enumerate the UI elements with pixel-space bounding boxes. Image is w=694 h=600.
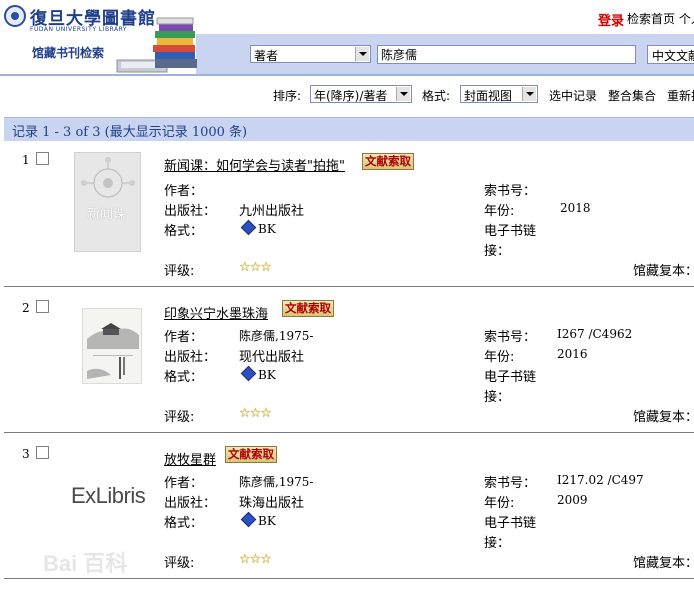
holdings-link[interactable]: 馆藏复本： [633, 260, 694, 279]
call-number-value: I217.02 /C497 [557, 473, 644, 487]
document-request-button[interactable]: 文献索取 [362, 153, 414, 170]
format-label: 格式： [164, 224, 204, 239]
chevron-down-icon[interactable] [396, 87, 410, 101]
document-request-button[interactable]: 文献索取 [225, 446, 277, 463]
ebook-link-label-cont: 接： [484, 244, 511, 259]
format-value: BK [258, 368, 276, 382]
author-value: 陈彦儒,1975- [239, 475, 314, 489]
ebook-link-label: 电子书链 [484, 516, 537, 531]
record-checkbox[interactable] [36, 152, 49, 165]
rating-label: 评级: [164, 410, 195, 425]
record-divider [4, 286, 694, 287]
re-sort-link[interactable]: 重新排序 [667, 87, 694, 104]
rating-stars-icon[interactable]: ☆☆☆ [239, 260, 272, 275]
record-number: 3 [22, 447, 30, 461]
rating-label: 评级: [164, 264, 195, 279]
book-cover-image[interactable] [82, 308, 142, 384]
record-divider [4, 432, 694, 433]
ebook-link-label: 电子书链 [484, 224, 537, 239]
ebook-link-label-cont: 接： [484, 390, 511, 405]
document-request-button[interactable]: 文献索取 [282, 300, 334, 317]
year-label: 年份: [484, 204, 515, 219]
publisher-label: 出版社： [164, 496, 217, 511]
record-checkbox[interactable] [36, 446, 49, 459]
university-emblem-icon [4, 5, 26, 27]
year-value: 2009 [557, 493, 588, 507]
record-title-link[interactable]: 放牧星群 [164, 449, 216, 468]
call-number-value: I267 /C4962 [557, 327, 633, 341]
format-select[interactable]: 封面视图 [460, 85, 538, 103]
author-label: 作者： [164, 476, 204, 491]
format-label: 格式： [164, 516, 204, 531]
call-number-label: 索书号： [484, 330, 537, 345]
sort-value: 年(降序)/著者 [314, 89, 388, 103]
page-header: 復旦大學圖書館 FUDAN UNIVERSITY LIBRARY 馆藏书刊检索 … [0, 0, 694, 80]
book-format-icon [240, 219, 257, 236]
cover-title: 新闻课 [87, 207, 127, 222]
database-select[interactable]: 中文文献 [647, 45, 694, 64]
database-value: 中文文献 [652, 49, 694, 63]
cover-placeholder-logo[interactable]: ExLibris [71, 483, 146, 509]
call-number-label: 索书号： [484, 184, 537, 199]
record-number: 1 [22, 153, 30, 167]
results-toolbar: 排序: 年(降序)/著者 格式: 封面视图 选中记录 整合集合 重新排序 [0, 80, 694, 108]
holdings-link[interactable]: 馆藏复本： [633, 406, 694, 425]
select-records-link[interactable]: 选中记录 [549, 87, 597, 104]
format-label: 格式： [164, 370, 204, 385]
publisher-label: 出版社： [164, 350, 217, 365]
call-number-label: 索书号： [484, 476, 537, 491]
record-title-link[interactable]: 印象兴宁水墨珠海 [164, 303, 268, 322]
site-title: 馆藏书刊检索 [32, 46, 105, 60]
ebook-link-label: 电子书链 [484, 370, 537, 385]
rating-stars-icon[interactable]: ☆☆☆ [239, 552, 272, 567]
sort-label: 排序: [273, 89, 302, 103]
year-label: 年份: [484, 350, 515, 365]
chevron-down-icon[interactable] [355, 47, 369, 61]
cover-art-icon [87, 323, 139, 379]
format-label: 格式: [422, 89, 451, 103]
publisher-label: 出版社： [164, 204, 217, 219]
record-number: 2 [22, 301, 30, 315]
author-label: 作者： [164, 330, 204, 345]
book-cover-image[interactable]: 新闻课 [74, 152, 141, 252]
rating-stars-icon[interactable]: ☆☆☆ [239, 406, 272, 421]
book-format-icon [240, 365, 257, 382]
books-illustration-icon [116, 17, 197, 73]
merge-sets-link[interactable]: 整合集合 [608, 87, 656, 104]
format-value: 封面视图 [464, 89, 513, 103]
watermark: Bai 百科 [43, 551, 128, 576]
results-summary-bar: 记录 1 - 3 of 3 (最大显示记录 1000 条) [4, 117, 694, 141]
search-home-link[interactable]: 检索首页 个人 [627, 10, 694, 27]
year-label: 年份: [484, 496, 515, 511]
search-field-select[interactable]: 著者 [250, 45, 371, 63]
login-link[interactable]: 登录 [598, 10, 624, 29]
format-value: BK [258, 514, 276, 528]
year-value: 2018 [560, 201, 591, 215]
sort-select[interactable]: 年(降序)/著者 [310, 85, 412, 103]
search-field-value: 著者 [254, 49, 279, 63]
format-value: BK [258, 222, 276, 236]
author-value: 陈彦儒,1975- [239, 329, 314, 343]
author-label: 作者： [164, 184, 204, 199]
rating-label: 评级: [164, 556, 195, 571]
publisher-value: 现代出版社 [239, 350, 305, 365]
holdings-link[interactable]: 馆藏复本： [633, 552, 694, 571]
year-value: 2016 [557, 347, 588, 361]
record-checkbox[interactable] [36, 300, 49, 313]
publisher-value: 珠海出版社 [239, 496, 305, 511]
publisher-value: 九州出版社 [239, 204, 305, 219]
header-divider [0, 74, 694, 76]
record-divider [4, 578, 694, 579]
ebook-link-label-cont: 接： [484, 536, 511, 551]
record-title-link[interactable]: 新闻课：如何学会与读者"拍拖" [164, 155, 345, 174]
chevron-down-icon[interactable] [522, 87, 536, 101]
library-logo-subtitle: FUDAN UNIVERSITY LIBRARY [30, 26, 128, 33]
book-format-icon [240, 511, 257, 528]
results-summary: 记录 1 - 3 of 3 (最大显示记录 1000 条) [12, 125, 248, 140]
search-input[interactable] [377, 45, 636, 64]
